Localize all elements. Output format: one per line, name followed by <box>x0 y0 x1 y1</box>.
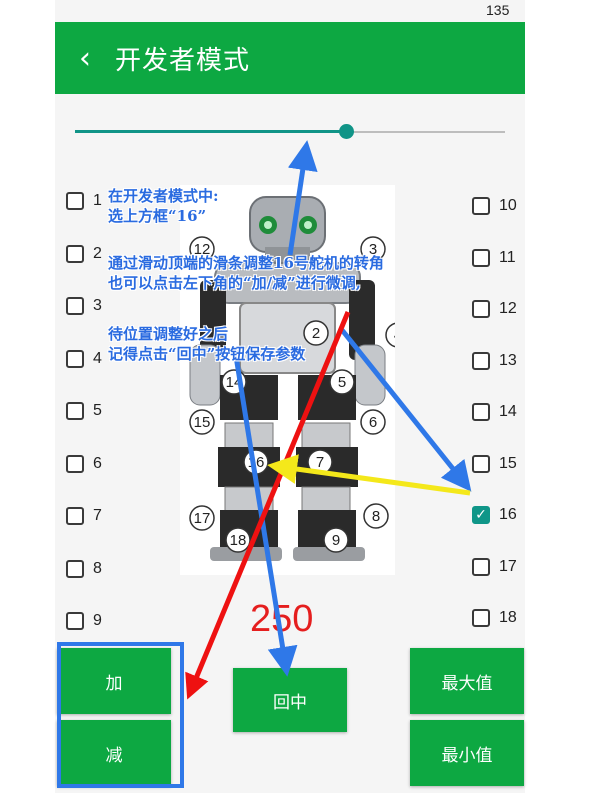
arrow-to-servo-16 <box>267 454 471 496</box>
annotation-line-1: 在开发者模式中: <box>108 187 219 205</box>
annotation-line-2: 选上方框“16” <box>108 207 207 225</box>
annotation-arrows <box>185 140 472 700</box>
arrow-to-add-button <box>185 311 351 700</box>
annotation-line-5: 待位置调整好之后 <box>108 325 229 343</box>
arrow-to-slider <box>287 140 318 256</box>
annotation-line-4: 也可以点击左下角的“加/减”进行微调, <box>108 274 361 292</box>
annotation-line-6: 记得点击“回中”按钮保存参数 <box>108 345 306 363</box>
annotation-line-3: 通过滑动顶端的滑条调整16号舵机的转角 <box>108 254 384 272</box>
arrow-to-checkbox-16 <box>340 328 472 492</box>
arrow-to-center-button <box>232 349 298 677</box>
